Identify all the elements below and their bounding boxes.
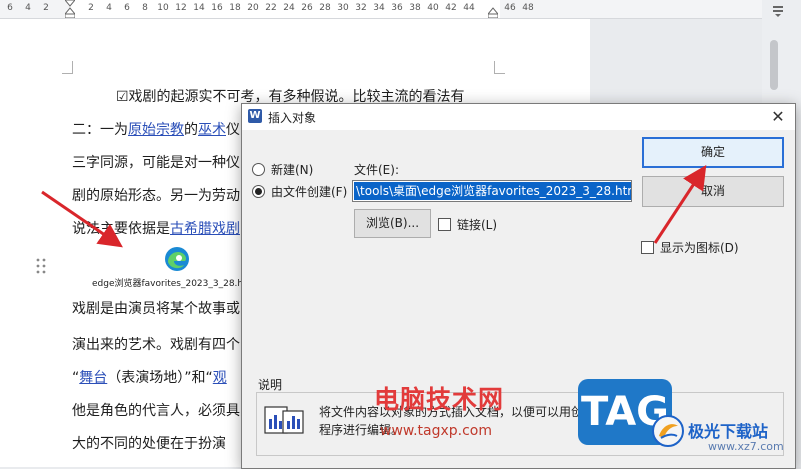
edge-browser-icon[interactable] <box>164 246 190 272</box>
ruler-tick: 32 <box>355 3 367 13</box>
ruler-tick: 22 <box>265 3 277 13</box>
horizontal-ruler[interactable]: 6 4 2 2 4 6 8 10 12 14 16 18 20 22 24 26… <box>0 0 762 19</box>
doc-link[interactable]: 原始宗教 <box>128 122 184 138</box>
drag-handle-icon[interactable] <box>36 258 46 274</box>
doc-line: 剧的原始形态。另一为劳动 <box>72 188 240 204</box>
ruler-tick: 42 <box>445 3 457 13</box>
ruler-tick: 4 <box>25 3 31 13</box>
ruler-tick: 24 <box>283 3 295 13</box>
ruler-tick: 16 <box>211 3 223 13</box>
doc-text: 二：一为 <box>72 122 128 138</box>
radio-new[interactable]: 新建(N) <box>252 161 313 178</box>
radio-icon[interactable] <box>252 163 265 176</box>
ruler-tick: 44 <box>463 3 475 13</box>
ok-button[interactable]: 确定 <box>642 137 784 168</box>
ruler-tick: 40 <box>427 3 439 13</box>
scrollbar-thumb[interactable] <box>770 40 778 90</box>
ruler-tick: 48 <box>522 3 534 13</box>
file-path-value: \tools\桌面\edge浏览器favorites_2023_3_28.htm… <box>354 182 631 200</box>
doc-link[interactable]: 古希腊戏剧 <box>170 221 240 237</box>
doc-line: 二：一为原始宗教的巫术仪 <box>72 119 240 139</box>
right-indent-marker-icon[interactable] <box>488 0 498 18</box>
ruler-tick: 28 <box>319 3 331 13</box>
ruler-tick: 2 <box>88 3 94 13</box>
ruler-tick: 4 <box>106 3 112 13</box>
radio-checked-icon[interactable] <box>252 185 265 198</box>
link-checkbox[interactable]: 链接(L) <box>438 216 497 233</box>
checkbox-icon[interactable] <box>438 218 451 231</box>
ruler-tick: 12 <box>175 3 187 13</box>
ruler-tick: 2 <box>43 3 49 13</box>
ruler-tick: 30 <box>337 3 349 13</box>
radio-from-file[interactable]: 由文件创建(F) <box>252 183 347 200</box>
embedded-file-label: edge浏览器favorites_2023_3_28.h <box>92 279 244 289</box>
ruler-tick: 14 <box>193 3 205 13</box>
doc-line: 戏剧是由演员将某个故事或 <box>72 301 240 317</box>
ruler-tick: 8 <box>142 3 148 13</box>
display-as-icon-checkbox[interactable]: 显示为图标(D) <box>641 239 739 256</box>
ruler-tick: 38 <box>409 3 421 13</box>
doc-line: 大的不同的处便在于扮演 <box>72 436 226 452</box>
file-path-input[interactable]: \tools\桌面\edge浏览器favorites_2023_3_28.htm… <box>352 180 632 202</box>
checkbox-label: 链接(L) <box>457 218 498 232</box>
ruler-tick: 36 <box>391 3 403 13</box>
doc-line: 他是角色的代言人，必须具 <box>72 403 240 419</box>
cancel-button[interactable]: 取消 <box>642 176 784 207</box>
doc-text: 的 <box>184 122 198 138</box>
wps-logo-icon: W <box>248 109 262 123</box>
ruler-tick: 6 <box>7 3 13 13</box>
ruler-toggle-icon[interactable] <box>771 4 785 18</box>
doc-link[interactable]: 舞台 <box>79 370 107 386</box>
checkbox-icon[interactable] <box>641 241 654 254</box>
ruler-tick: 26 <box>301 3 313 13</box>
ruler-tick: 10 <box>157 3 169 13</box>
page-corner-mark <box>494 61 505 74</box>
ruler-tick: 18 <box>229 3 241 13</box>
radio-label: 由文件创建(F) <box>271 185 348 199</box>
doc-link[interactable]: 巫术 <box>198 122 226 138</box>
doc-line: 说法主要依据是古希腊戏剧 <box>72 218 240 238</box>
doc-text: 仪 <box>226 122 240 138</box>
file-label: 文件(E): <box>354 163 399 177</box>
insert-object-dialog[interactable]: W 插入对象 ✕ 新建(N) 由文件创建(F) 文件(E): \tools\桌面… <box>241 103 796 469</box>
dialog-title: 插入对象 <box>268 111 317 125</box>
ruler-tick: 46 <box>504 3 516 13</box>
radio-label: 新建(N) <box>271 163 314 177</box>
doc-text: 说法主要依据是 <box>72 221 170 237</box>
watermark-site-name: 电脑技术网 <box>374 385 505 414</box>
xz-logo-icon <box>652 415 684 447</box>
doc-line: 三字同源，可能是对一种仪 <box>72 155 240 171</box>
dialog-titlebar[interactable]: W 插入对象 ✕ <box>242 104 795 130</box>
indent-marker-icon[interactable] <box>65 0 75 18</box>
watermark-xz-url: www.xz7.com <box>708 440 784 453</box>
close-button[interactable]: ✕ <box>767 106 789 128</box>
description-title: 说明 <box>258 378 283 392</box>
ruler-tick: 6 <box>124 3 130 13</box>
insert-object-icon <box>264 406 304 434</box>
watermark-site-url: www.tagxp.com <box>380 423 492 439</box>
doc-link[interactable]: 观 <box>213 370 227 386</box>
ruler-tick: 20 <box>247 3 259 13</box>
doc-line: 演出来的艺术。戏剧有四个 <box>72 337 240 353</box>
browse-button[interactable]: 浏览(B)... <box>354 209 431 238</box>
ruler-tick: 34 <box>373 3 385 13</box>
page-corner-mark <box>62 61 73 74</box>
doc-line: “舞台（表演场地）”和“观 <box>72 367 227 387</box>
checkbox-label: 显示为图标(D) <box>660 241 739 255</box>
watermark-xz-name: 极光下载站 <box>688 422 769 441</box>
doc-text: （表演场地）”和“ <box>107 370 213 386</box>
